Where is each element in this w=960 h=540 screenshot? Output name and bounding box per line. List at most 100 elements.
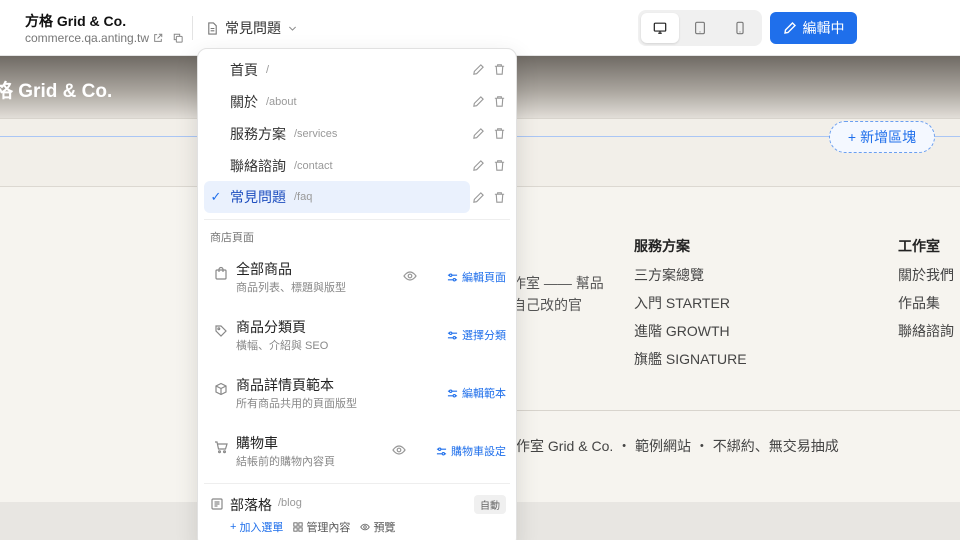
row-actions [472, 127, 506, 140]
add-to-menu-label[interactable]: 加入選單 [239, 519, 283, 535]
footer-copyright: 作室 Grid & Co. ・ 範例網站 ・ 不綁約、無交易抽成 [516, 438, 839, 454]
shop-item-action[interactable]: 購物車設定 [451, 443, 506, 459]
footer-link[interactable]: 作品集 [898, 294, 954, 322]
tablet-icon [695, 21, 705, 35]
page-item-home[interactable]: 首頁 / [204, 55, 510, 85]
chevron-down-icon[interactable] [287, 23, 298, 34]
shop-item-product-template[interactable]: 商品詳情頁範本 所有商品共用的頁面版型 編輯範本 [210, 373, 506, 421]
auto-badge: 自動 [474, 495, 506, 514]
plus-icon: + [230, 521, 237, 533]
page-item-about[interactable]: 關於 /about [204, 87, 510, 117]
cart-settings-link[interactable]: 購物車設定 [436, 443, 506, 459]
package-search-icon [215, 382, 227, 396]
shop-item-action[interactable]: 編輯頁面 [462, 269, 506, 285]
eye-icon[interactable] [392, 443, 406, 457]
trash-icon[interactable] [493, 159, 506, 172]
pencil-icon[interactable] [472, 63, 485, 76]
blog-actions: + 加入選單 管理內容 預覽 [230, 519, 395, 535]
trash-icon[interactable] [493, 63, 506, 76]
dropdown-divider [204, 219, 510, 220]
row-actions [472, 191, 506, 204]
desktop-view-button[interactable] [641, 13, 679, 43]
footer-intro: 作室 —— 幫品 自己改的官 [512, 272, 604, 316]
site-url[interactable]: commerce.qa.anting.tw [25, 31, 183, 45]
shop-item-title: 商品分類頁 [236, 319, 306, 335]
tablet-view-button[interactable] [681, 13, 719, 43]
dropdown-divider [204, 483, 510, 484]
pencil-icon[interactable] [472, 191, 485, 204]
page-name[interactable]: 聯絡諮詢 [230, 156, 286, 176]
blog-path: /blog [278, 497, 302, 509]
add-block-button[interactable]: + 新增區塊 [829, 121, 935, 153]
current-page-label[interactable]: 常見問題 [225, 18, 281, 38]
trash-icon[interactable] [493, 127, 506, 140]
settings-sliders-icon [447, 272, 458, 282]
shop-item-desc: 商品列表、標題與版型 [236, 282, 346, 294]
footer-link[interactable]: 關於我們 [898, 266, 954, 294]
footer-intro-line: 自己改的官 [512, 297, 582, 313]
blog-item[interactable]: 部落格 /blog 自動 + 加入選單 管理內容 預覽 [210, 493, 506, 540]
select-category-link[interactable]: 選擇分類 [447, 327, 506, 343]
page-item-faq[interactable]: ✓ 常見問題 /faq [204, 181, 470, 213]
grid-icon [293, 522, 304, 532]
page-selector[interactable]: 常見問題 [206, 18, 298, 38]
shop-item-cart[interactable]: 購物車 結帳前的購物內容頁 購物車設定 [210, 431, 506, 479]
page-name[interactable]: 服務方案 [230, 124, 286, 144]
page-path: /contact [294, 160, 333, 172]
shop-item-category[interactable]: 商品分類頁 橫幅、介紹與 SEO 選擇分類 [210, 315, 506, 363]
pencil-icon[interactable] [472, 127, 485, 140]
manage-content-label[interactable]: 管理內容 [306, 519, 350, 535]
check-icon: ✓ [210, 189, 222, 204]
shop-item-desc: 所有商品共用的頁面版型 [236, 398, 357, 410]
external-link-icon[interactable] [153, 33, 163, 43]
mobile-view-button[interactable] [721, 13, 759, 43]
edit-template-link[interactable]: 編輯範本 [447, 385, 506, 401]
edit-page-link[interactable]: 編輯頁面 [447, 269, 506, 285]
pencil-icon[interactable] [472, 159, 485, 172]
shopping-bag-icon [215, 266, 227, 280]
site-name: 方格 Grid & Co. [25, 13, 127, 29]
trash-icon[interactable] [493, 191, 506, 204]
mobile-icon [736, 21, 744, 35]
footer-column-heading: 服務方案 [634, 238, 690, 254]
page-item-services[interactable]: 服務方案 /services [204, 119, 510, 149]
device-toggle [638, 10, 762, 46]
preview-button[interactable]: 預覽 [360, 519, 395, 535]
shop-item-title: 全部商品 [236, 261, 292, 277]
page-item-contact[interactable]: 聯絡諮詢 /contact [204, 151, 510, 181]
preview-label[interactable]: 預覽 [373, 519, 395, 535]
footer-intro-line: 作室 —— 幫品 [512, 275, 604, 291]
settings-sliders-icon [447, 330, 458, 340]
shop-item-title: 商品詳情頁範本 [236, 377, 334, 393]
page-name[interactable]: 首頁 [230, 60, 258, 80]
shop-item-action[interactable]: 選擇分類 [462, 327, 506, 343]
page-name[interactable]: 常見問題 [230, 187, 286, 207]
pencil-icon[interactable] [472, 95, 485, 108]
plus-icon: + [847, 129, 857, 145]
edit-mode-button[interactable]: 編輯中 [770, 12, 857, 44]
add-block-label: 新增區塊 [860, 129, 917, 145]
footer-link[interactable]: 三方案總覽 [634, 266, 747, 294]
row-actions [472, 159, 506, 172]
footer-column-studio: 工作室 關於我們 作品集 聯絡諮詢 [898, 236, 954, 350]
shop-item-all-products[interactable]: 全部商品 商品列表、標題與版型 編輯頁面 [210, 257, 506, 305]
shop-item-action[interactable]: 編輯範本 [462, 385, 506, 401]
eye-icon[interactable] [403, 269, 417, 283]
shop-item-title: 購物車 [236, 435, 278, 451]
footer-link[interactable]: 旗艦 SIGNATURE [634, 350, 747, 378]
manage-content-button[interactable]: 管理內容 [293, 519, 350, 535]
page-path: /faq [294, 191, 313, 203]
shop-section-label: 商店頁面 [210, 232, 254, 244]
settings-sliders-icon [436, 446, 447, 456]
settings-sliders-icon [447, 388, 458, 398]
trash-icon[interactable] [493, 95, 506, 108]
page-name[interactable]: 關於 [230, 92, 258, 112]
site-url-text[interactable]: commerce.qa.anting.tw [25, 31, 149, 45]
footer-link[interactable]: 進階 GROWTH [634, 322, 747, 350]
footer-column-heading: 工作室 [898, 238, 940, 254]
footer-link[interactable]: 聯絡諮詢 [898, 322, 954, 350]
footer-link[interactable]: 入門 STARTER [634, 294, 747, 322]
blog-title[interactable]: 部落格 [230, 495, 272, 515]
copy-icon[interactable] [173, 33, 183, 43]
add-to-menu-button[interactable]: + 加入選單 [230, 519, 283, 535]
